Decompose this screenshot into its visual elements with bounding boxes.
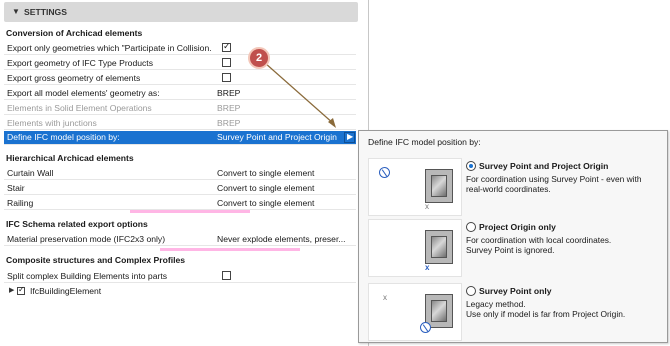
- description-line: For coordination with local coordinates.: [466, 235, 612, 245]
- option-survey-point-only[interactable]: x Survey Point only Legacy method. Use o…: [365, 283, 662, 341]
- project-origin-icon: x: [425, 263, 430, 272]
- option-project-origin-only[interactable]: x Project Origin only For coordination w…: [365, 219, 662, 277]
- project-origin-icon: x: [425, 202, 429, 211]
- building-model-icon: [425, 169, 453, 203]
- building-model-icon: [425, 230, 453, 264]
- model-position-popup: Define IFC model position by: x Survey P…: [358, 130, 668, 343]
- option-thumbnail: x: [368, 158, 462, 216]
- option-description: Legacy method. Use only if model is far …: [466, 299, 661, 319]
- description-line: real-world coordinates.: [466, 184, 551, 194]
- radio-button[interactable]: [466, 286, 476, 296]
- option-label[interactable]: Project Origin only: [479, 222, 556, 232]
- description-line: Use only if model is far from Project Or…: [466, 309, 626, 319]
- project-origin-icon: x: [383, 293, 387, 302]
- callout-badge: 2: [248, 47, 270, 69]
- option-label[interactable]: Survey Point and Project Origin: [479, 161, 608, 171]
- option-description: For coordination using Survey Point - ev…: [466, 174, 661, 194]
- description-line: Legacy method.: [466, 299, 526, 309]
- radio-button[interactable]: [466, 161, 476, 171]
- description-line: Survey Point is ignored.: [466, 245, 555, 255]
- radio-button[interactable]: [466, 222, 476, 232]
- popup-title: Define IFC model position by:: [368, 137, 481, 147]
- option-thumbnail: x: [368, 219, 462, 277]
- option-label[interactable]: Survey Point only: [479, 286, 552, 296]
- option-survey-point-and-project-origin[interactable]: x Survey Point and Project Origin For co…: [365, 158, 662, 216]
- description-line: For coordination using Survey Point - ev…: [466, 174, 642, 184]
- survey-point-icon: [379, 167, 390, 178]
- option-description: For coordination with local coordinates.…: [466, 235, 661, 255]
- option-thumbnail: x: [368, 283, 462, 341]
- survey-point-icon: [420, 322, 431, 333]
